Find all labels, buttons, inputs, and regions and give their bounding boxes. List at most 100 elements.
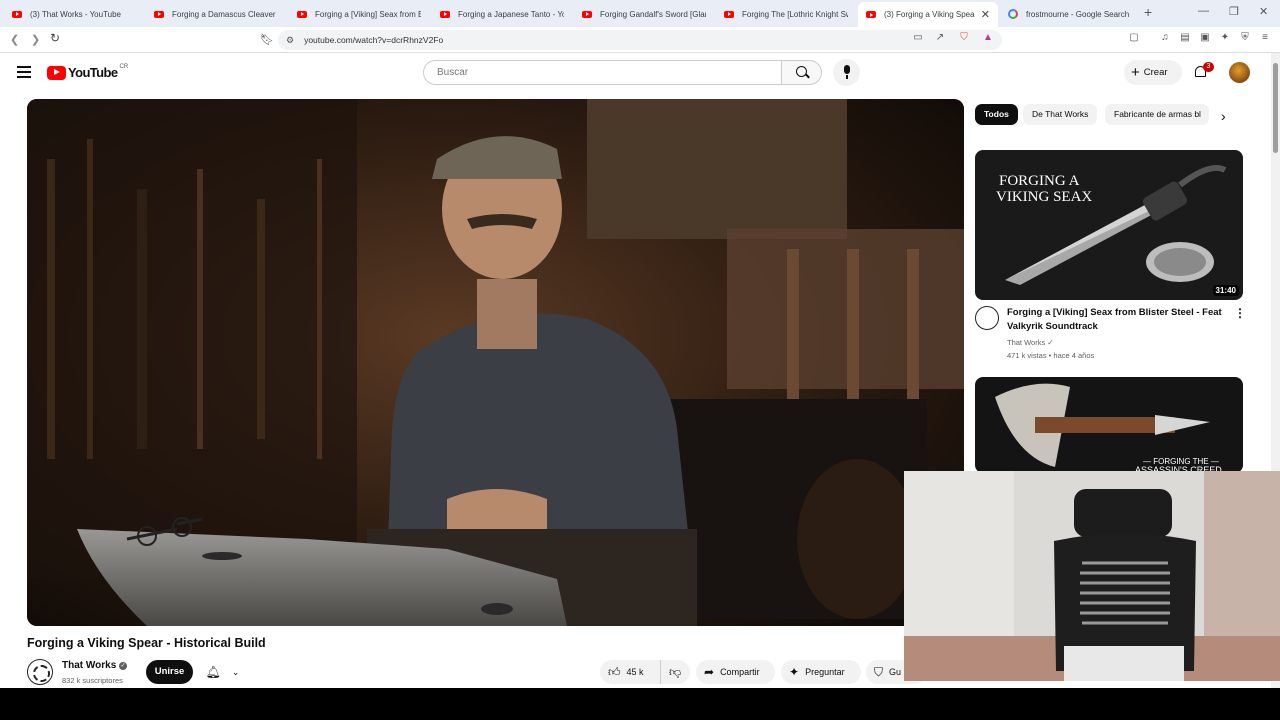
- recommendation-thumbnail[interactable]: — FORGING THE — ASSASSIN'S CREED: [975, 377, 1243, 473]
- chip-weapon-maker[interactable]: Fabricante de armas bl: [1105, 104, 1209, 125]
- browser-tab[interactable]: Forging a Japanese Tanto - You: [432, 3, 572, 25]
- browser-tab[interactable]: Forging a [Viking] Seax from B: [289, 3, 429, 25]
- share-arrow-icon: ➦: [704, 665, 715, 679]
- google-icon: [1008, 9, 1018, 19]
- more-vert-icon[interactable]: ⋮: [1234, 306, 1246, 320]
- channel-avatar[interactable]: [27, 659, 53, 685]
- ask-button[interactable]: ✦ Preguntar: [781, 660, 861, 684]
- youtube-header: YouTube CR Buscar + Crear 3: [0, 53, 1280, 93]
- address-bar[interactable]: ⚙ youtube.com/watch?v=dcrRhnzV2Fo: [278, 30, 1002, 50]
- join-button[interactable]: Unirse: [146, 660, 193, 684]
- window-close-icon[interactable]: ✕: [1259, 5, 1268, 18]
- menu-icon[interactable]: ≡: [1259, 32, 1271, 44]
- recommendation-channel[interactable]: That Works ✓: [1007, 338, 1054, 347]
- back-icon[interactable]: ❮: [10, 33, 19, 46]
- country-code: CR: [119, 63, 129, 70]
- reload-icon[interactable]: ↻: [50, 31, 60, 45]
- brave-shield-icon[interactable]: ⛉: [958, 32, 970, 44]
- like-count: 45 k: [626, 667, 644, 677]
- channel-name[interactable]: That Works: [62, 660, 116, 671]
- browser-tab[interactable]: frostmourne - Google Search: [1000, 3, 1140, 25]
- chevron-down-icon: ⌄: [231, 666, 240, 677]
- music-icon[interactable]: ♫: [1159, 32, 1171, 44]
- notifications-button[interactable]: 3: [1193, 62, 1214, 80]
- sidebar-icon[interactable]: ▢: [1128, 32, 1140, 44]
- browser-tab[interactable]: (3) That Works - YouTube: [4, 3, 144, 25]
- screen: (3) That Works - YouTube Forging a Damas…: [0, 0, 1280, 688]
- plus-icon: +: [1131, 64, 1140, 81]
- chip-from-channel[interactable]: De That Works: [1023, 104, 1098, 125]
- rewards-icon[interactable]: ▲: [982, 32, 994, 44]
- logo-text: YouTube: [68, 65, 118, 80]
- notification-badge: 3: [1203, 62, 1214, 72]
- forward-icon[interactable]: ❯: [31, 33, 40, 46]
- screen-cast-icon[interactable]: ▭: [912, 32, 924, 44]
- tab-title: Forging a [Viking] Seax from B: [315, 9, 421, 19]
- recommendation-thumbnail[interactable]: FORGING A VIKING SEAX 31:40: [975, 150, 1243, 300]
- thumbnail-caption: FORGING A: [999, 173, 1080, 189]
- voice-search-button[interactable]: [833, 59, 860, 86]
- thumbnail-image: FORGING A VIKING SEAX: [975, 150, 1243, 300]
- youtube-icon: [440, 10, 450, 18]
- webcam-image: [904, 471, 1280, 681]
- recommendation-channel-avatar[interactable]: [975, 306, 999, 330]
- hamburger-menu-icon[interactable]: [17, 66, 31, 78]
- browser-tab-active[interactable]: (3) Forging a Viking Spear ✕: [858, 2, 998, 27]
- recommendation-channel-name: That Works: [1007, 338, 1046, 347]
- browser-tab[interactable]: Forging a Damascus Cleaver -: [146, 3, 286, 25]
- browser-toolbar: ❮ ❯ ↻ 🔖︎ ⚙ youtube.com/watch?v=dcrRhnzV2…: [0, 27, 1280, 53]
- restore-icon[interactable]: ❐: [1229, 5, 1239, 18]
- like-button[interactable]: 👍︎ 45 k: [600, 660, 660, 684]
- ai-icon[interactable]: ✦: [1219, 32, 1231, 44]
- recommendation-title[interactable]: Forging a [Viking] Seax from Blister Ste…: [1007, 306, 1225, 334]
- create-label: Crear: [1143, 67, 1168, 78]
- webcam-overlay: [904, 471, 1280, 681]
- share-button[interactable]: ➦ Compartir: [696, 660, 775, 684]
- sparkle-icon: ✦: [789, 665, 800, 679]
- site-info-icon[interactable]: ⚙: [286, 35, 294, 46]
- youtube-icon: [724, 10, 734, 18]
- search-placeholder: Buscar: [437, 67, 469, 78]
- video-frame: [27, 99, 964, 626]
- browser-tab[interactable]: Forging Gandalf's Sword [Glam: [574, 3, 714, 25]
- tab-title: (3) Forging a Viking Spear: [884, 10, 975, 19]
- video-duration: 31:40: [1212, 285, 1239, 296]
- youtube-icon: [297, 10, 307, 18]
- youtube-icon: [866, 11, 876, 18]
- video-player[interactable]: [27, 99, 964, 626]
- search-input[interactable]: Buscar: [423, 60, 782, 85]
- verified-icon: ✓: [119, 662, 127, 670]
- subscription-bell-button[interactable]: 🔔︎ ⌄: [200, 660, 245, 684]
- video-title: Forging a Viking Spear - Historical Buil…: [27, 636, 266, 650]
- tab-title: Forging a Damascus Cleaver -: [172, 9, 278, 19]
- url-text: youtube.com/watch?v=dcrRhnzV2Fo: [304, 35, 444, 45]
- dislike-button[interactable]: 👎︎: [660, 660, 690, 684]
- share-icon[interactable]: ↗: [934, 32, 946, 44]
- verified-icon: ✓: [1047, 338, 1054, 347]
- subscriber-count: 832 k suscriptores: [62, 676, 123, 685]
- tab-title: Forging The [Lothric Knight Sw: [742, 9, 848, 19]
- youtube-play-icon: [47, 65, 66, 80]
- bookmark-icon[interactable]: 🔖︎: [260, 33, 274, 46]
- youtube-icon: [582, 10, 592, 18]
- chip-all[interactable]: Todos: [975, 104, 1018, 125]
- account-avatar[interactable]: [1229, 62, 1250, 83]
- wallet-icon[interactable]: ▣: [1199, 32, 1211, 44]
- vpn-icon[interactable]: ⛨: [1239, 32, 1251, 44]
- scrollbar-thumb[interactable]: [1273, 63, 1278, 153]
- search-button[interactable]: [781, 60, 822, 85]
- new-tab-icon[interactable]: +: [1144, 4, 1152, 20]
- close-icon[interactable]: ✕: [981, 8, 990, 21]
- thumbs-up-icon: 👍︎: [608, 664, 621, 679]
- tab-title: Forging Gandalf's Sword [Glam: [600, 9, 706, 19]
- taskbar: [0, 688, 1280, 720]
- create-button[interactable]: + Crear: [1124, 60, 1182, 85]
- reader-icon[interactable]: ▤: [1179, 32, 1191, 44]
- youtube-logo[interactable]: YouTube CR: [47, 63, 129, 80]
- chevron-right-icon[interactable]: ›: [1221, 108, 1226, 124]
- youtube-icon: [12, 10, 22, 18]
- minimize-icon[interactable]: —: [1198, 5, 1209, 17]
- filter-chips: Todos De That Works Fabricante de armas …: [975, 104, 1235, 125]
- browser-tab[interactable]: Forging The [Lothric Knight Sw: [716, 3, 856, 25]
- youtube-icon: [154, 10, 164, 18]
